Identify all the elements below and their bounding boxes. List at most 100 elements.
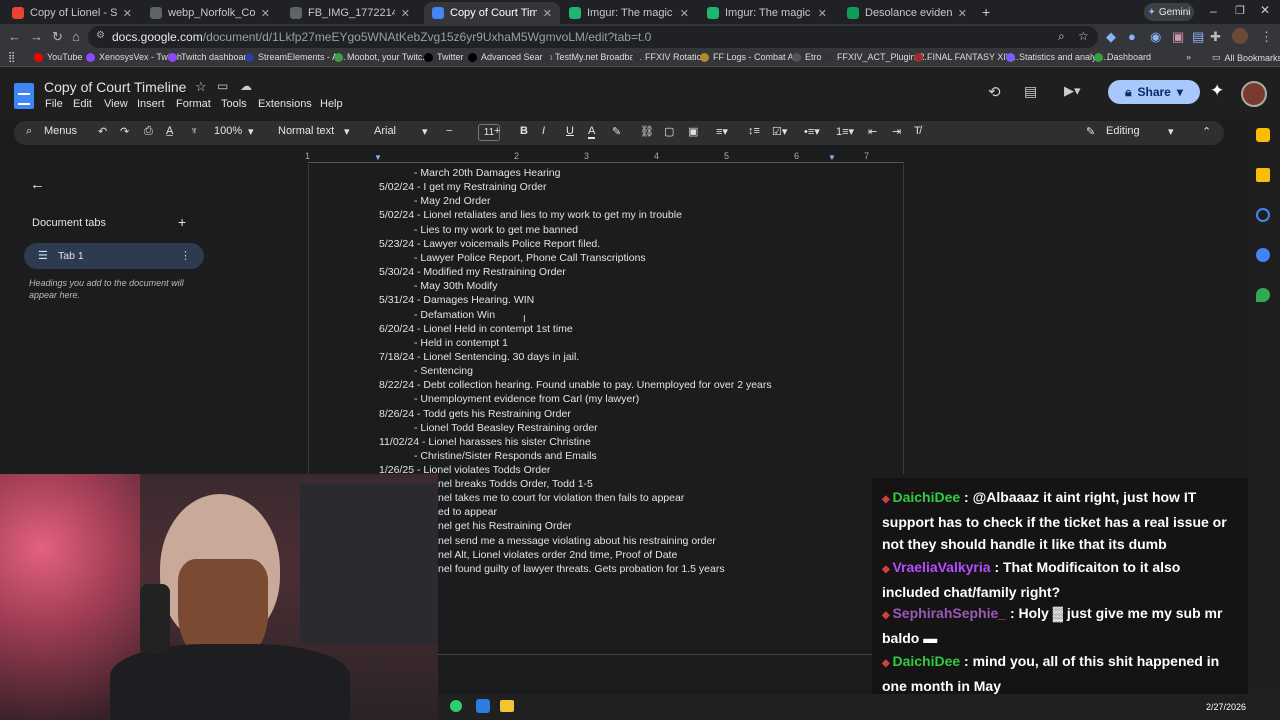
back-arrow-icon[interactable]: ← bbox=[30, 176, 45, 193]
timeline-entry[interactable]: 5/02/24 - Lionel retaliates and lies to … bbox=[379, 209, 682, 221]
extension-icon[interactable]: ▤ bbox=[1192, 29, 1204, 45]
bookmark-item[interactable]: Etro bbox=[792, 52, 822, 62]
bookmark-item[interactable]: FFXIV Rotation bbox=[632, 52, 707, 62]
chevron-down-icon[interactable]: ▾ bbox=[1168, 125, 1174, 138]
insert-image-icon[interactable]: ▣ bbox=[688, 125, 698, 138]
timeline-subitem[interactable]: - Sentencing bbox=[414, 365, 473, 377]
extensions-puzzle-icon[interactable]: ✚ bbox=[1210, 29, 1221, 45]
maximize-button[interactable]: ❐ bbox=[1235, 4, 1245, 17]
cloud-saved-icon[interactable]: ☁ bbox=[240, 79, 252, 93]
chevron-down-icon[interactable]: ▾ bbox=[344, 125, 350, 138]
timeline-subitem[interactable]: - May 2nd Order bbox=[414, 195, 490, 207]
extension-icon[interactable]: ● bbox=[1128, 29, 1136, 44]
bookmark-item[interactable]: StreamElements - A... bbox=[245, 52, 346, 62]
timeline-subitem[interactable]: - May 30th Modify bbox=[414, 280, 497, 292]
minimize-button[interactable]: – bbox=[1210, 4, 1217, 18]
bookmark-item[interactable]: Advanced Search bbox=[468, 52, 552, 62]
menu-extensions[interactable]: Extensions bbox=[258, 98, 312, 110]
timeline-subitem[interactable]: - March 20th Damages Hearing bbox=[414, 167, 560, 179]
timeline-subitem[interactable]: - Lionel Todd Beasley Restraining order bbox=[414, 422, 598, 434]
timeline-entry[interactable]: 5/31/24 - Damages Hearing. WIN bbox=[379, 294, 534, 306]
menus-search[interactable]: Menus bbox=[44, 125, 77, 137]
timeline-entry-partial[interactable]: ed to appear bbox=[438, 506, 497, 518]
print-icon[interactable]: ⎙ bbox=[144, 125, 153, 138]
home-icon[interactable]: ⌂ bbox=[72, 29, 80, 44]
timeline-entry[interactable]: 8/26/24 - Todd gets his Restraining Orde… bbox=[379, 408, 571, 420]
line-spacing-icon[interactable]: ↕≡ bbox=[748, 125, 760, 137]
timeline-entry-partial[interactable]: nel takes me to court for violation then… bbox=[438, 492, 684, 504]
tab-1[interactable]: ☰ Tab 1 ⋮ bbox=[24, 243, 204, 269]
extension-icon[interactable]: ▣ bbox=[1172, 29, 1184, 45]
decrease-indent-icon[interactable]: ⇤ bbox=[868, 125, 877, 138]
bookmark-item[interactable]: Dashboard bbox=[1094, 52, 1151, 62]
bold-icon[interactable]: B bbox=[520, 125, 528, 137]
chevron-down-icon[interactable]: ▾ bbox=[422, 125, 428, 138]
back-icon[interactable]: ← bbox=[8, 29, 21, 44]
file-explorer-icon[interactable] bbox=[500, 700, 514, 712]
reload-icon[interactable]: ↻ bbox=[52, 29, 63, 45]
omnibox[interactable]: ⚙ docs.google.com/document/d/1Lkfp27meEY… bbox=[88, 26, 1098, 48]
decrease-font-icon[interactable]: − bbox=[446, 125, 452, 137]
checklist-icon[interactable]: ☑▾ bbox=[772, 125, 787, 138]
paint-format-icon[interactable]: ♆ bbox=[190, 125, 198, 137]
timeline-entry[interactable]: 8/22/24 - Debt collection hearing. Found… bbox=[379, 379, 772, 391]
all-bookmarks[interactable]: ▭ All Bookmarks bbox=[1212, 52, 1280, 63]
font-select[interactable]: Arial bbox=[374, 125, 396, 137]
clear-formatting-icon[interactable]: T̸ bbox=[914, 125, 921, 137]
bookmark-item[interactable]: Twitch dashboard bbox=[168, 52, 252, 62]
timeline-entry-partial[interactable]: nel send me a message violating about hi… bbox=[438, 535, 716, 547]
text-color-icon[interactable]: A bbox=[588, 125, 596, 139]
timeline-entry-partial[interactable]: nel breaks Todds Order, Todd 1-5 bbox=[438, 478, 593, 490]
increase-font-icon[interactable]: + bbox=[494, 125, 500, 137]
profile-avatar[interactable] bbox=[1232, 28, 1248, 44]
timeline-subitem[interactable]: - Lies to my work to get me banned bbox=[414, 224, 578, 236]
tasks-icon[interactable] bbox=[1256, 208, 1270, 222]
bookmark-item[interactable]: Twitter bbox=[424, 52, 464, 62]
new-tab-button[interactable]: + bbox=[982, 4, 990, 20]
tab-close-icon[interactable]: ✕ bbox=[680, 7, 689, 20]
timeline-entry-partial[interactable]: nel Alt, Lionel violates order 2nd time,… bbox=[438, 549, 677, 561]
numbered-list-icon[interactable]: 1≡▾ bbox=[836, 125, 854, 138]
timeline-entry[interactable]: 11/02/24 - Lionel harasses his sister Ch… bbox=[379, 436, 591, 448]
timeline-entry[interactable]: 6/20/24 - Lionel Held in contempt 1st ti… bbox=[379, 323, 573, 335]
move-folder-icon[interactable]: ▭ bbox=[217, 79, 228, 93]
menu-help[interactable]: Help bbox=[320, 98, 343, 110]
style-select[interactable]: Normal text bbox=[278, 125, 334, 137]
gemini-button[interactable]: ✦ Gemini bbox=[1144, 3, 1194, 21]
menu-insert[interactable]: Insert bbox=[137, 98, 165, 110]
site-info-icon[interactable]: ⚙ bbox=[96, 30, 105, 41]
tab-close-icon[interactable]: ✕ bbox=[261, 7, 270, 20]
extension-icon[interactable]: ◉ bbox=[1150, 29, 1161, 45]
document-title[interactable]: Copy of Court Timeline bbox=[44, 79, 186, 95]
zoom-search-icon[interactable]: ⌕ bbox=[1058, 29, 1065, 44]
menu-format[interactable]: Format bbox=[176, 98, 211, 110]
increase-indent-icon[interactable]: ⇥ bbox=[892, 125, 901, 138]
timeline-entry[interactable]: 5/30/24 - Modified my Restraining Order bbox=[379, 266, 566, 278]
link-icon[interactable]: ⛓ bbox=[640, 125, 654, 138]
calendar-icon[interactable] bbox=[1256, 128, 1270, 142]
underline-icon[interactable]: U bbox=[566, 125, 574, 137]
menu-view[interactable]: View bbox=[104, 98, 128, 110]
browser-menu-icon[interactable]: ⋮ bbox=[1260, 29, 1273, 45]
menu-edit[interactable]: Edit bbox=[73, 98, 92, 110]
browser-tab[interactable]: Desolance evidence sheet - Go ✕ bbox=[839, 2, 975, 24]
extension-icon[interactable]: ◆ bbox=[1106, 29, 1116, 45]
browser-tab[interactable]: Copy of Lionel - Stream/Youtub ✕ bbox=[4, 2, 140, 24]
account-avatar[interactable] bbox=[1241, 81, 1267, 107]
search-icon[interactable]: ⌕ bbox=[26, 125, 32, 138]
gemini-sparkle-icon[interactable]: ✦ bbox=[1210, 81, 1224, 101]
menu-tools[interactable]: Tools bbox=[221, 98, 247, 110]
collapse-toolbar-icon[interactable]: ⌃ bbox=[1202, 125, 1211, 138]
browser-tab[interactable]: Imgur: The magic of the Intern ✕ bbox=[561, 2, 697, 24]
timeline-entry[interactable]: 7/18/24 - Lionel Sentencing. 30 days in … bbox=[379, 351, 579, 363]
document-page[interactable]: - March 20th Damages Hearing 5/02/24 - I … bbox=[308, 164, 904, 476]
timeline-subitem[interactable]: - Held in contempt 1 bbox=[414, 337, 508, 349]
window-close-button[interactable]: ✕ bbox=[1260, 3, 1270, 17]
timeline-entry[interactable]: 5/02/24 - I get my Restraining Order bbox=[379, 181, 547, 193]
bookmark-item[interactable]: Moobot, your Twitc... bbox=[334, 52, 430, 62]
timeline-subitem[interactable]: - Defamation Win bbox=[414, 309, 495, 321]
docs-logo-icon[interactable] bbox=[14, 83, 34, 109]
url-text[interactable]: docs.google.com/document/d/1Lkfp27meEYgo… bbox=[112, 30, 651, 44]
editing-pencil-icon[interactable]: ✎ bbox=[1086, 125, 1095, 138]
browser-tab[interactable]: Imgur: The magic of the Intern ✕ bbox=[699, 2, 835, 24]
